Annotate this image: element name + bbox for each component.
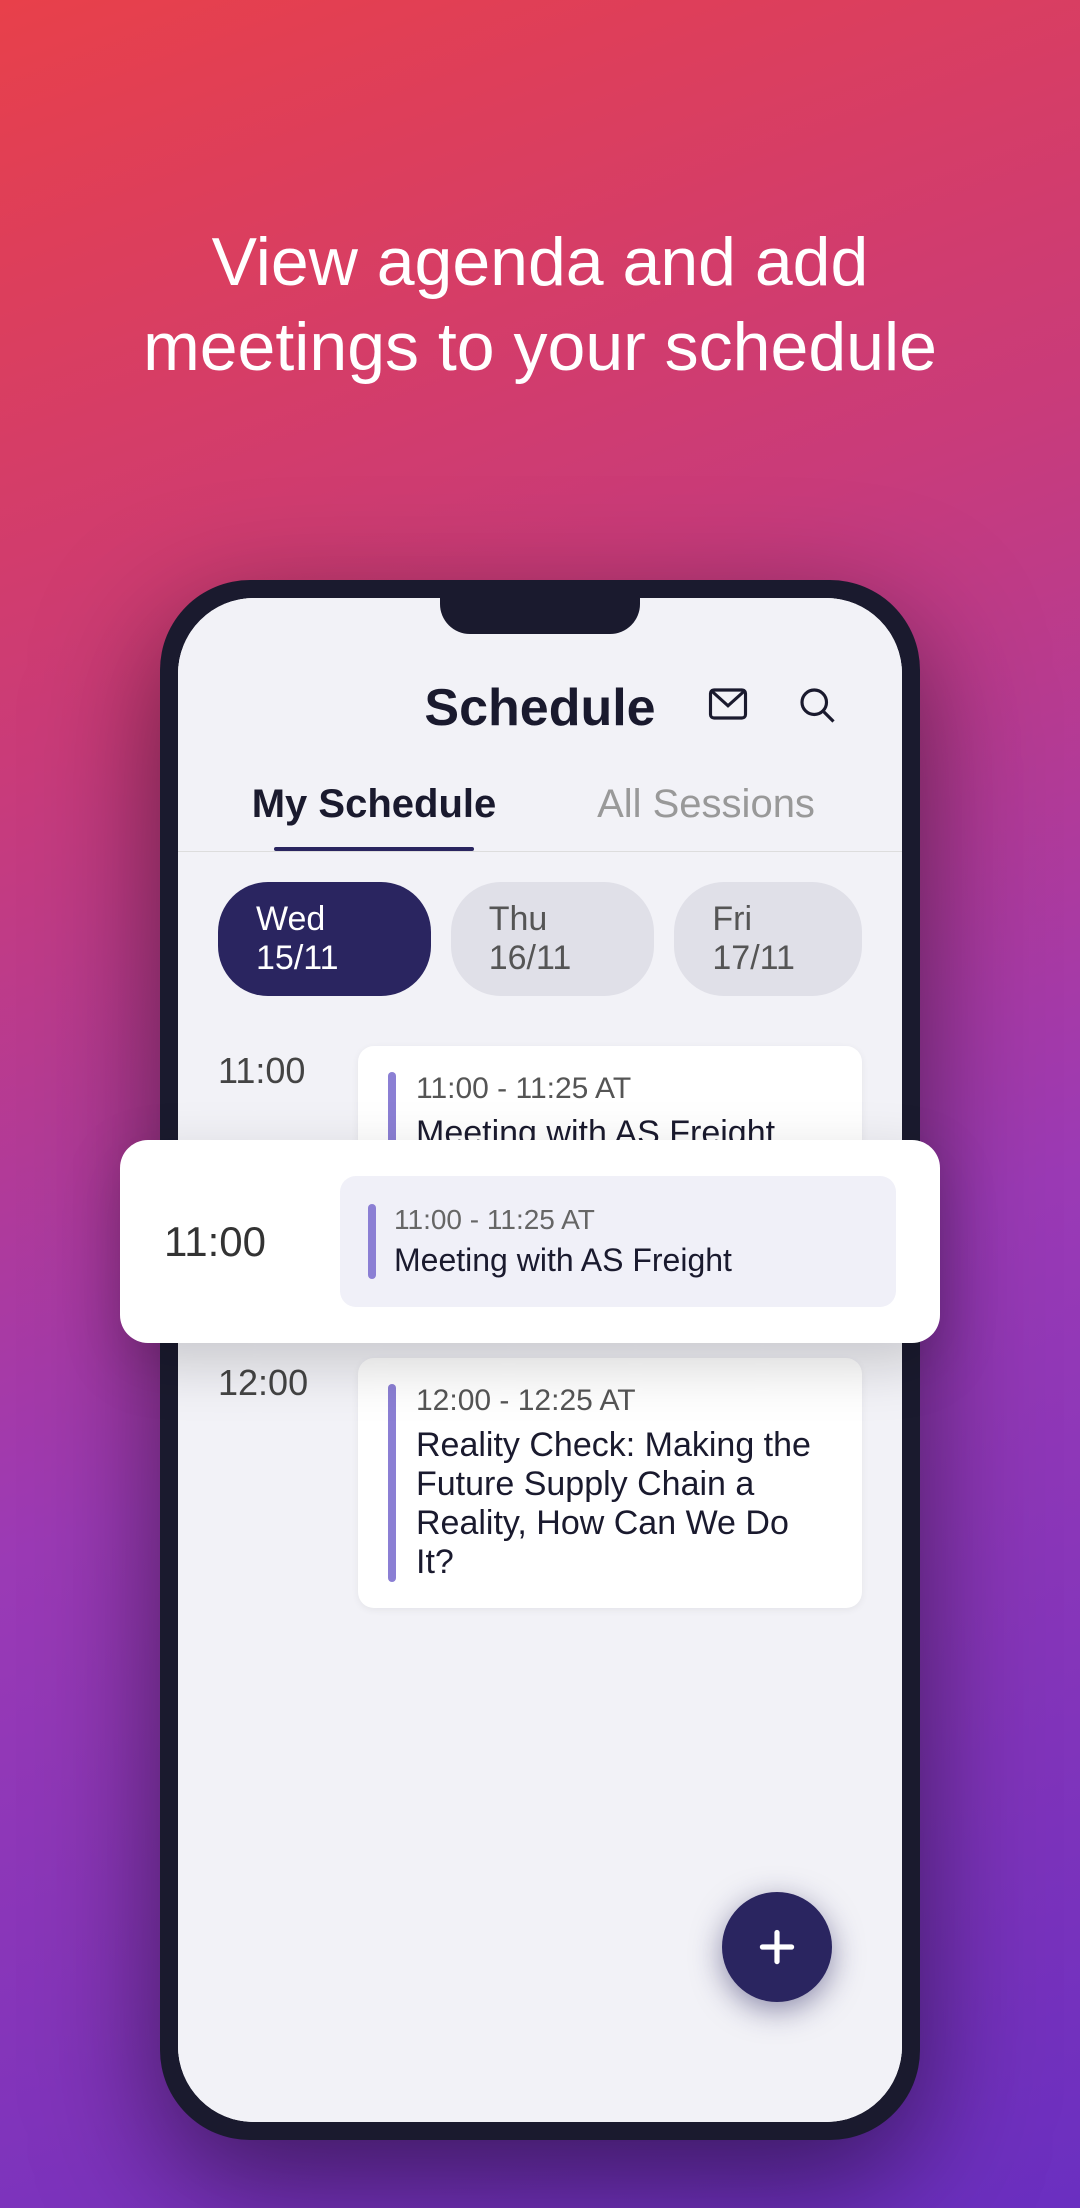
phone-notch xyxy=(440,598,640,634)
floating-event-bar xyxy=(368,1204,376,1279)
floating-event-time: 11:00 - 11:25 AT xyxy=(394,1204,868,1236)
date-pill-thu[interactable]: Thu 16/11 xyxy=(451,882,655,996)
tab-my-schedule[interactable]: My Schedule xyxy=(208,758,540,851)
search-icon[interactable] xyxy=(790,678,842,730)
event-bar-2 xyxy=(388,1384,396,1582)
hero-text: View agenda and add meetings to your sch… xyxy=(0,220,1080,390)
time-label-12: 12:00 xyxy=(218,1358,358,1404)
app-content: Schedule xyxy=(178,598,902,2122)
event-details-2: 12:00 - 12:25 AT Reality Check: Making t… xyxy=(416,1384,832,1582)
phone-wrapper: Schedule xyxy=(160,580,920,2140)
floating-event-details: 11:00 - 11:25 AT Meeting with AS Freight xyxy=(394,1204,868,1279)
mail-icon[interactable] xyxy=(702,678,754,730)
floating-inner-card: 11:00 - 11:25 AT Meeting with AS Freight xyxy=(340,1176,896,1307)
phone-frame: Schedule xyxy=(160,580,920,2140)
floating-event-card[interactable]: 11:00 11:00 - 11:25 AT Meeting with AS F… xyxy=(120,1140,940,1343)
header-icons xyxy=(702,678,842,730)
floating-event-title: Meeting with AS Freight xyxy=(394,1242,868,1279)
floating-time-label: 11:00 xyxy=(164,1218,304,1266)
event-card-2[interactable]: 12:00 - 12:25 AT Reality Check: Making t… xyxy=(358,1358,862,1608)
tab-all-sessions[interactable]: All Sessions xyxy=(540,758,872,851)
date-pill-wed[interactable]: Wed 15/11 xyxy=(218,882,431,996)
event-time-2: 12:00 - 12:25 AT xyxy=(416,1384,832,1418)
date-pill-fri[interactable]: Fri 17/11 xyxy=(674,882,862,996)
add-session-fab[interactable] xyxy=(722,1892,832,2002)
time-row-12: 12:00 12:00 - 12:25 AT Reality Check: Ma… xyxy=(178,1338,902,1638)
phone-screen: Schedule xyxy=(178,598,902,2122)
date-pills: Wed 15/11 Thu 16/11 Fri 17/11 xyxy=(178,852,902,1026)
schedule-title: Schedule xyxy=(424,678,655,738)
event-time-1: 11:00 - 11:25 AT xyxy=(416,1072,832,1106)
tabs-container: My Schedule All Sessions xyxy=(178,758,902,852)
event-title-2: Reality Check: Making the Future Supply … xyxy=(416,1426,832,1582)
time-label-11: 11:00 xyxy=(218,1046,358,1092)
